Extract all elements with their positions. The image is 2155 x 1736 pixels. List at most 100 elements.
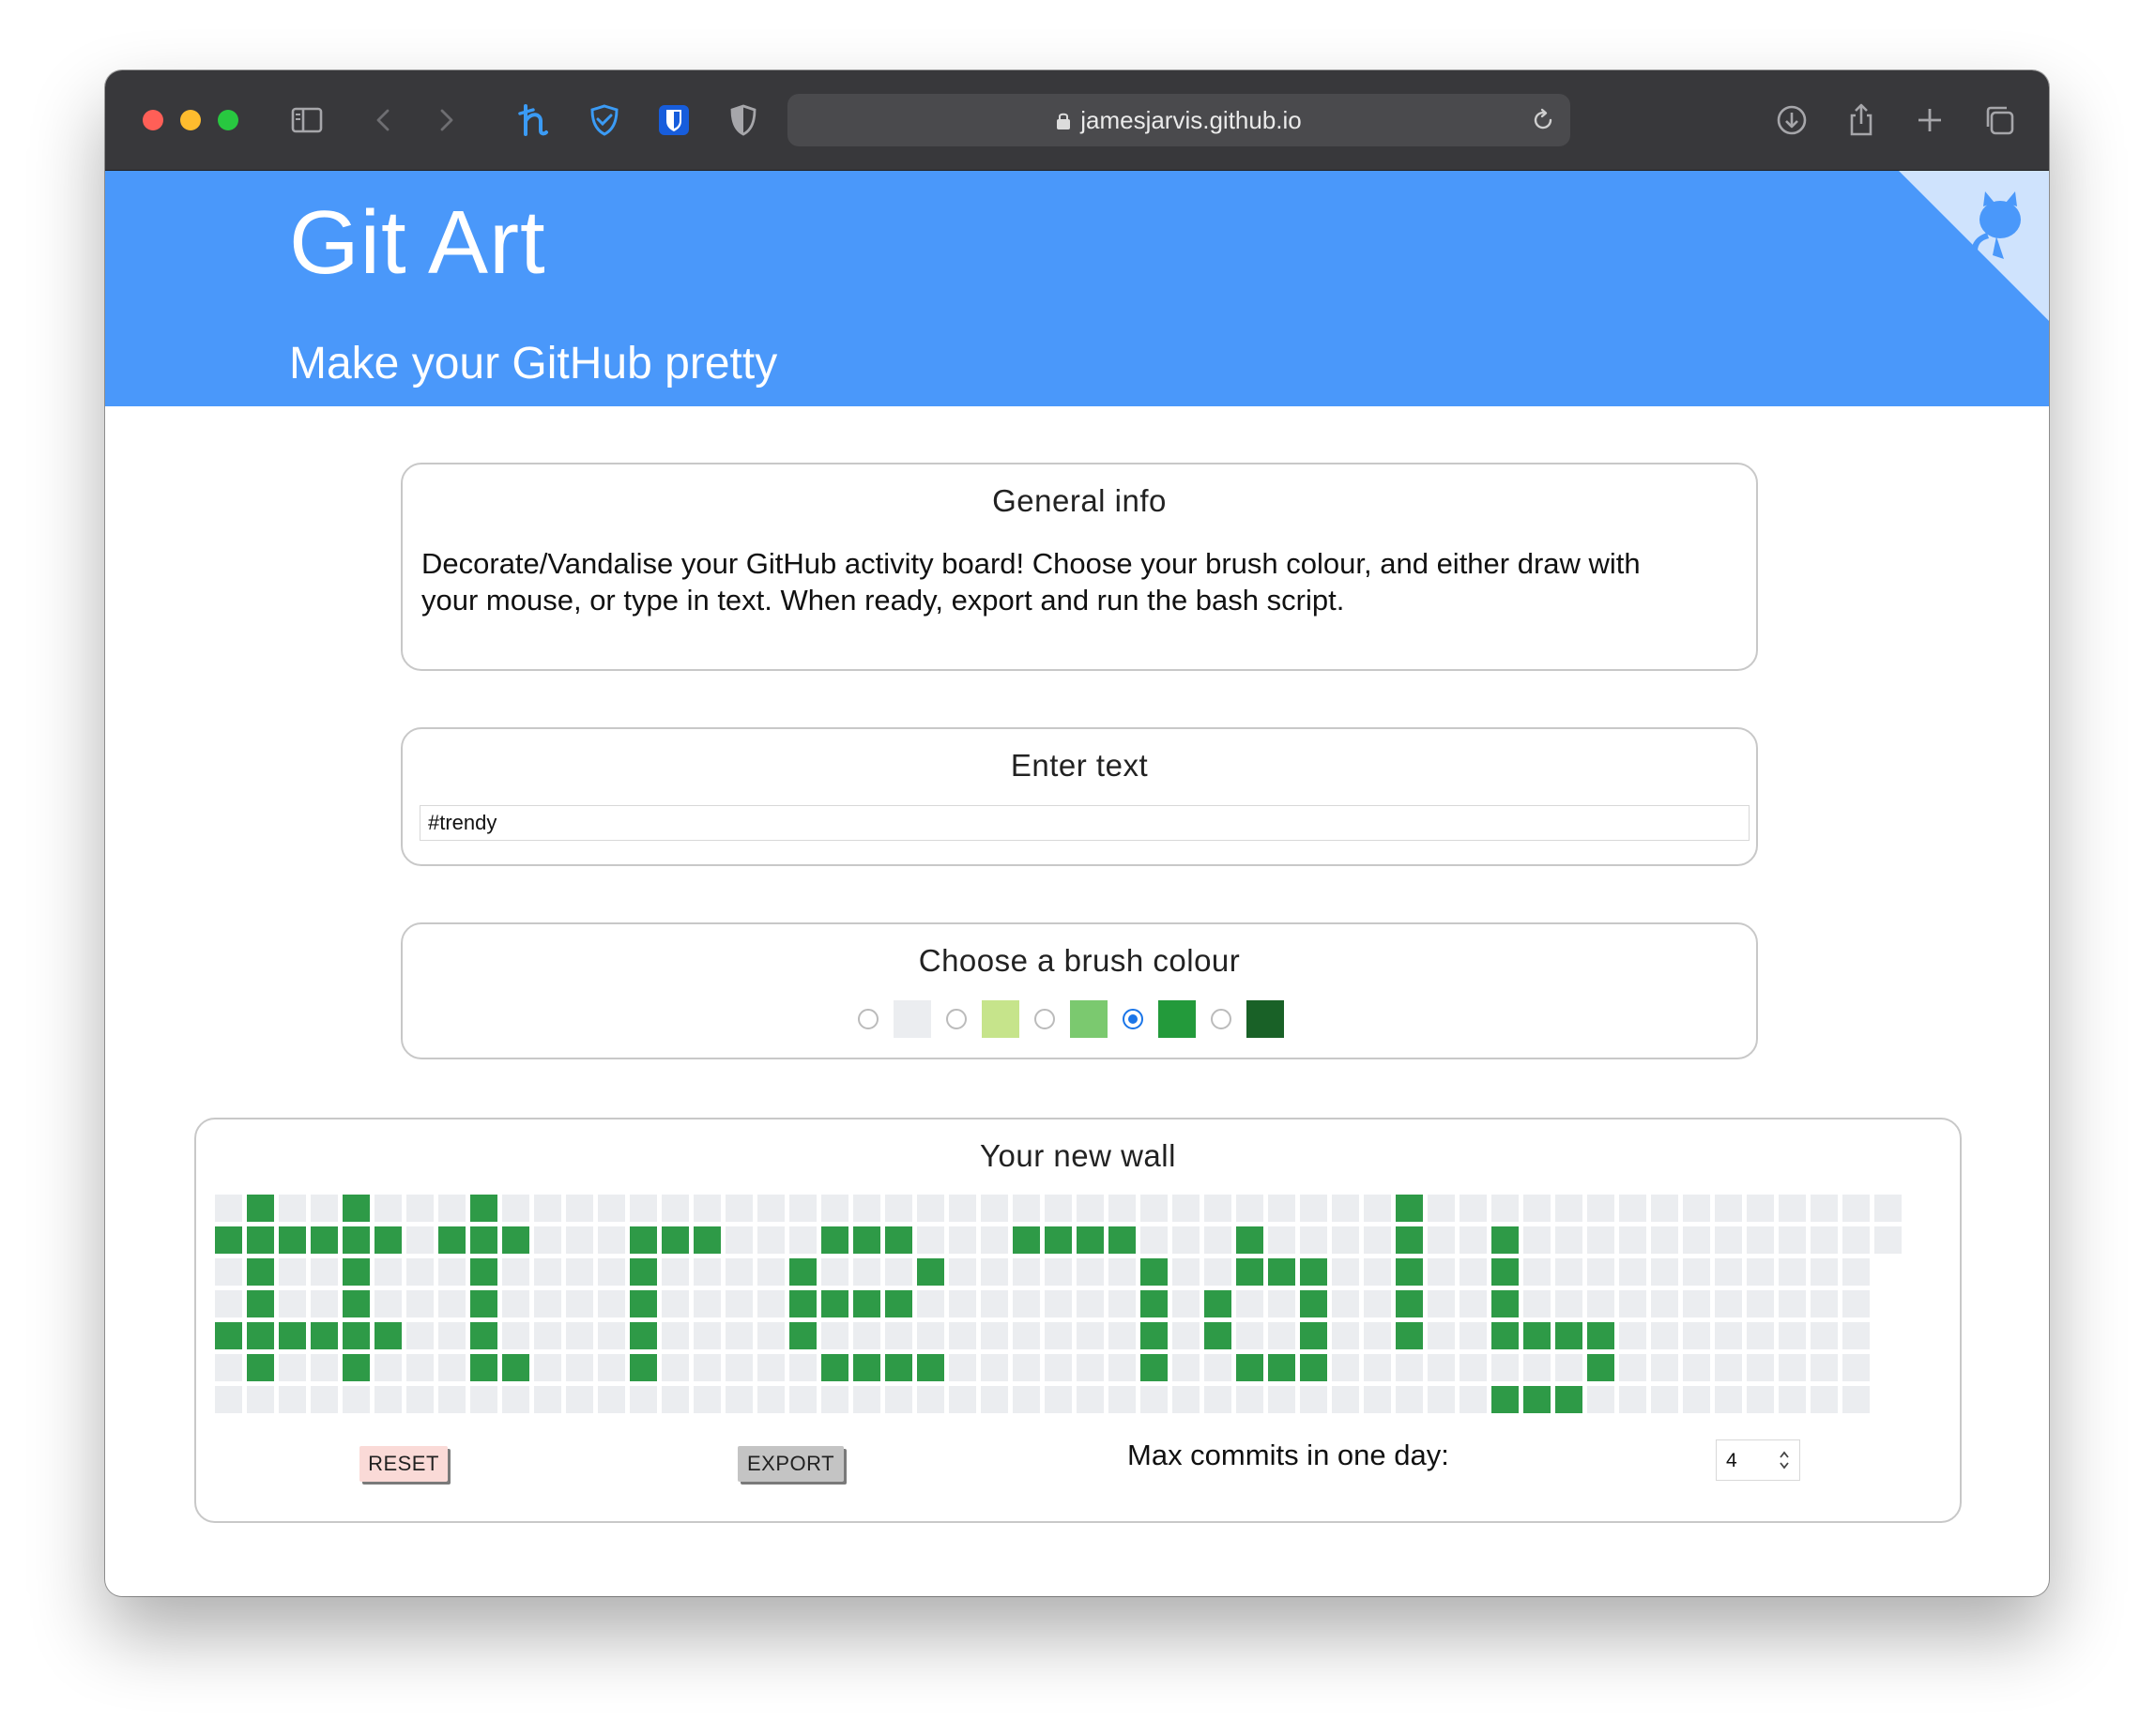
wall-cell[interactable] [1140, 1226, 1168, 1254]
wall-cell[interactable] [757, 1322, 785, 1349]
wall-cell[interactable] [789, 1386, 817, 1413]
wall-cell[interactable] [343, 1386, 370, 1413]
wall-cell-painted[interactable] [470, 1195, 497, 1222]
wall-cell[interactable] [598, 1258, 625, 1286]
wall-cell[interactable] [566, 1386, 593, 1413]
wall-cell-painted[interactable] [1491, 1226, 1519, 1254]
wall-cell[interactable] [1108, 1322, 1136, 1349]
wall-cell-painted[interactable] [502, 1226, 529, 1254]
wall-cell-painted[interactable] [215, 1322, 242, 1349]
wall-cell-painted[interactable] [917, 1258, 944, 1286]
wall-cell[interactable] [374, 1195, 402, 1222]
wall-cell[interactable] [215, 1354, 242, 1381]
wall-cell[interactable] [726, 1354, 753, 1381]
wall-cell[interactable] [1874, 1195, 1902, 1222]
wall-cell-painted[interactable] [630, 1290, 657, 1317]
wall-cell[interactable] [885, 1322, 912, 1349]
wall-cell[interactable] [917, 1195, 944, 1222]
wall-cell-painted[interactable] [1396, 1226, 1423, 1254]
wall-cell-painted[interactable] [1013, 1226, 1040, 1254]
wall-cell-painted[interactable] [1300, 1354, 1327, 1381]
wall-cell[interactable] [1172, 1195, 1200, 1222]
wall-cell-painted[interactable] [917, 1354, 944, 1381]
wall-cell[interactable] [566, 1258, 593, 1286]
wall-cell[interactable] [374, 1290, 402, 1317]
wall-cell[interactable] [1715, 1386, 1742, 1413]
wall-cell[interactable] [406, 1258, 434, 1286]
wall-cell[interactable] [1747, 1386, 1774, 1413]
address-bar[interactable]: jamesjarvis.github.io [787, 94, 1570, 146]
wall-cell[interactable] [630, 1195, 657, 1222]
close-window-button[interactable] [143, 110, 163, 130]
wall-cell[interactable] [438, 1354, 466, 1381]
wall-cell[interactable] [662, 1386, 689, 1413]
wall-cell[interactable] [1077, 1354, 1104, 1381]
wall-cell-painted[interactable] [374, 1322, 402, 1349]
wall-cell-painted[interactable] [343, 1290, 370, 1317]
wall-cell[interactable] [726, 1226, 753, 1254]
wall-cell[interactable] [438, 1195, 466, 1222]
wall-cell[interactable] [1108, 1386, 1136, 1413]
brush-colour-radio[interactable] [1034, 1009, 1055, 1029]
wall-cell[interactable] [1619, 1195, 1646, 1222]
wall-cell-painted[interactable] [247, 1290, 274, 1317]
wall-cell[interactable] [1715, 1322, 1742, 1349]
wall-cell[interactable] [406, 1290, 434, 1317]
reload-icon[interactable] [1529, 106, 1557, 134]
wall-cell-painted[interactable] [1491, 1290, 1519, 1317]
wall-cell[interactable] [1013, 1195, 1040, 1222]
wall-cell[interactable] [1300, 1195, 1327, 1222]
wall-cell[interactable] [1523, 1258, 1551, 1286]
stepper-arrows-icon[interactable] [1775, 1446, 1794, 1474]
wall-cell[interactable] [949, 1354, 976, 1381]
wall-cell-painted[interactable] [694, 1226, 721, 1254]
wall-cell[interactable] [1651, 1354, 1678, 1381]
share-icon[interactable] [1840, 99, 1883, 142]
wall-cell[interactable] [279, 1386, 306, 1413]
wall-cell-painted[interactable] [1140, 1322, 1168, 1349]
wall-cell[interactable] [917, 1322, 944, 1349]
max-commits-stepper[interactable]: 4 [1716, 1439, 1800, 1481]
wall-cell-painted[interactable] [311, 1322, 338, 1349]
wall-cell[interactable] [1045, 1354, 1072, 1381]
wall-cell[interactable] [885, 1195, 912, 1222]
wall-cell[interactable] [949, 1290, 976, 1317]
wall-cell[interactable] [598, 1290, 625, 1317]
wall-cell[interactable] [821, 1386, 848, 1413]
wall-cell[interactable] [598, 1354, 625, 1381]
wall-cell[interactable] [1842, 1195, 1870, 1222]
wall-cell-painted[interactable] [438, 1226, 466, 1254]
wall-cell[interactable] [1460, 1195, 1487, 1222]
wall-cell[interactable] [406, 1386, 434, 1413]
wall-cell[interactable] [789, 1195, 817, 1222]
wall-cell[interactable] [726, 1195, 753, 1222]
wall-cell-painted[interactable] [1491, 1258, 1519, 1286]
wall-cell[interactable] [215, 1258, 242, 1286]
wall-cell-painted[interactable] [1236, 1354, 1263, 1381]
wall-cell[interactable] [1013, 1354, 1040, 1381]
wall-cell[interactable] [1523, 1195, 1551, 1222]
wall-cell-painted[interactable] [279, 1322, 306, 1349]
wall-cell-painted[interactable] [1268, 1258, 1295, 1286]
wall-cell[interactable] [279, 1195, 306, 1222]
wall-cell[interactable] [1204, 1386, 1231, 1413]
wall-cell[interactable] [1842, 1290, 1870, 1317]
wall-cell[interactable] [1619, 1322, 1646, 1349]
wall-cell[interactable] [630, 1386, 657, 1413]
wall-cell[interactable] [1013, 1322, 1040, 1349]
wall-cell[interactable] [1715, 1354, 1742, 1381]
wall-cell[interactable] [1747, 1322, 1774, 1349]
wall-cell[interactable] [215, 1386, 242, 1413]
wall-cell[interactable] [853, 1322, 880, 1349]
sidebar-icon[interactable] [285, 99, 329, 142]
wall-cell-painted[interactable] [789, 1258, 817, 1286]
wall-cell[interactable] [1140, 1386, 1168, 1413]
wall-cell[interactable] [534, 1195, 561, 1222]
wall-cell[interactable] [1619, 1354, 1646, 1381]
wall-cell[interactable] [1332, 1226, 1359, 1254]
wall-cell[interactable] [311, 1290, 338, 1317]
wall-cell[interactable] [1428, 1354, 1455, 1381]
wall-cell[interactable] [311, 1195, 338, 1222]
wall-cell[interactable] [1428, 1386, 1455, 1413]
wall-cell[interactable] [1236, 1386, 1263, 1413]
